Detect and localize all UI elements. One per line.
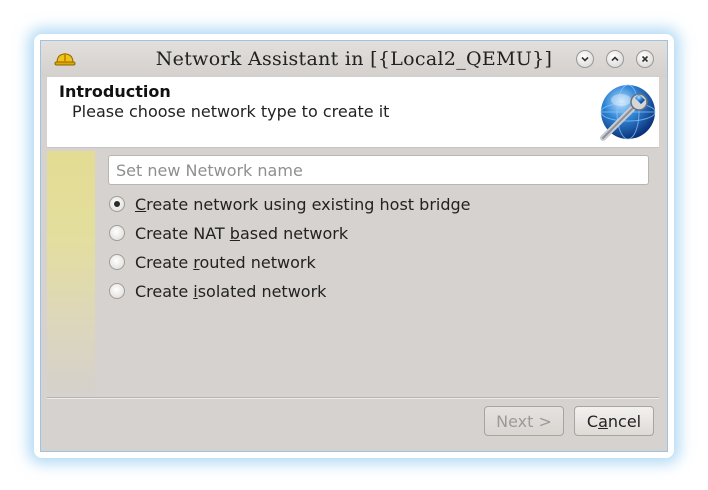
minimize-icon: [581, 56, 589, 62]
wizard-header: Introduction Please choose network type …: [47, 77, 659, 148]
close-button[interactable]: [636, 50, 654, 68]
option-label: Create NAT based network: [135, 223, 349, 243]
maximize-button[interactable]: [606, 50, 624, 68]
close-icon: [641, 55, 649, 63]
next-button[interactable]: Next >: [484, 406, 564, 436]
page-title: Introduction: [59, 82, 171, 101]
option-isolated-network[interactable]: Create isolated network: [109, 279, 326, 303]
option-routed-network[interactable]: Create routed network: [109, 250, 316, 274]
option-existing-host-bridge[interactable]: Create network using existing host bridg…: [109, 192, 471, 216]
network-name-input[interactable]: [108, 155, 649, 185]
radio-button[interactable]: [109, 283, 125, 299]
window-title: Network Assistant in [{Local2_QEMU}]: [155, 48, 553, 70]
radio-button[interactable]: [109, 196, 125, 212]
title-bar[interactable]: Network Assistant in [{Local2_QEMU}]: [41, 41, 667, 77]
cancel-button[interactable]: Ca ncel: [574, 406, 654, 436]
network-globe-wrench-icon: [600, 84, 656, 141]
minimize-button[interactable]: [576, 50, 594, 68]
radio-button[interactable]: [109, 254, 125, 270]
page-subtitle: Please choose network type to create it: [72, 102, 390, 121]
option-label: Create network using existing host bridg…: [135, 194, 471, 214]
radio-button[interactable]: [109, 225, 125, 241]
footer-divider: [47, 397, 659, 399]
wizard-sidebar: [47, 151, 95, 394]
option-nat-network[interactable]: Create NAT based network: [109, 221, 348, 245]
network-assistant-window: Network Assistant in [{Local2_QEMU}] Int…: [40, 40, 668, 452]
option-label: Create isolated network: [135, 281, 327, 301]
maximize-icon: [611, 56, 619, 62]
option-label: Create routed network: [135, 252, 316, 272]
